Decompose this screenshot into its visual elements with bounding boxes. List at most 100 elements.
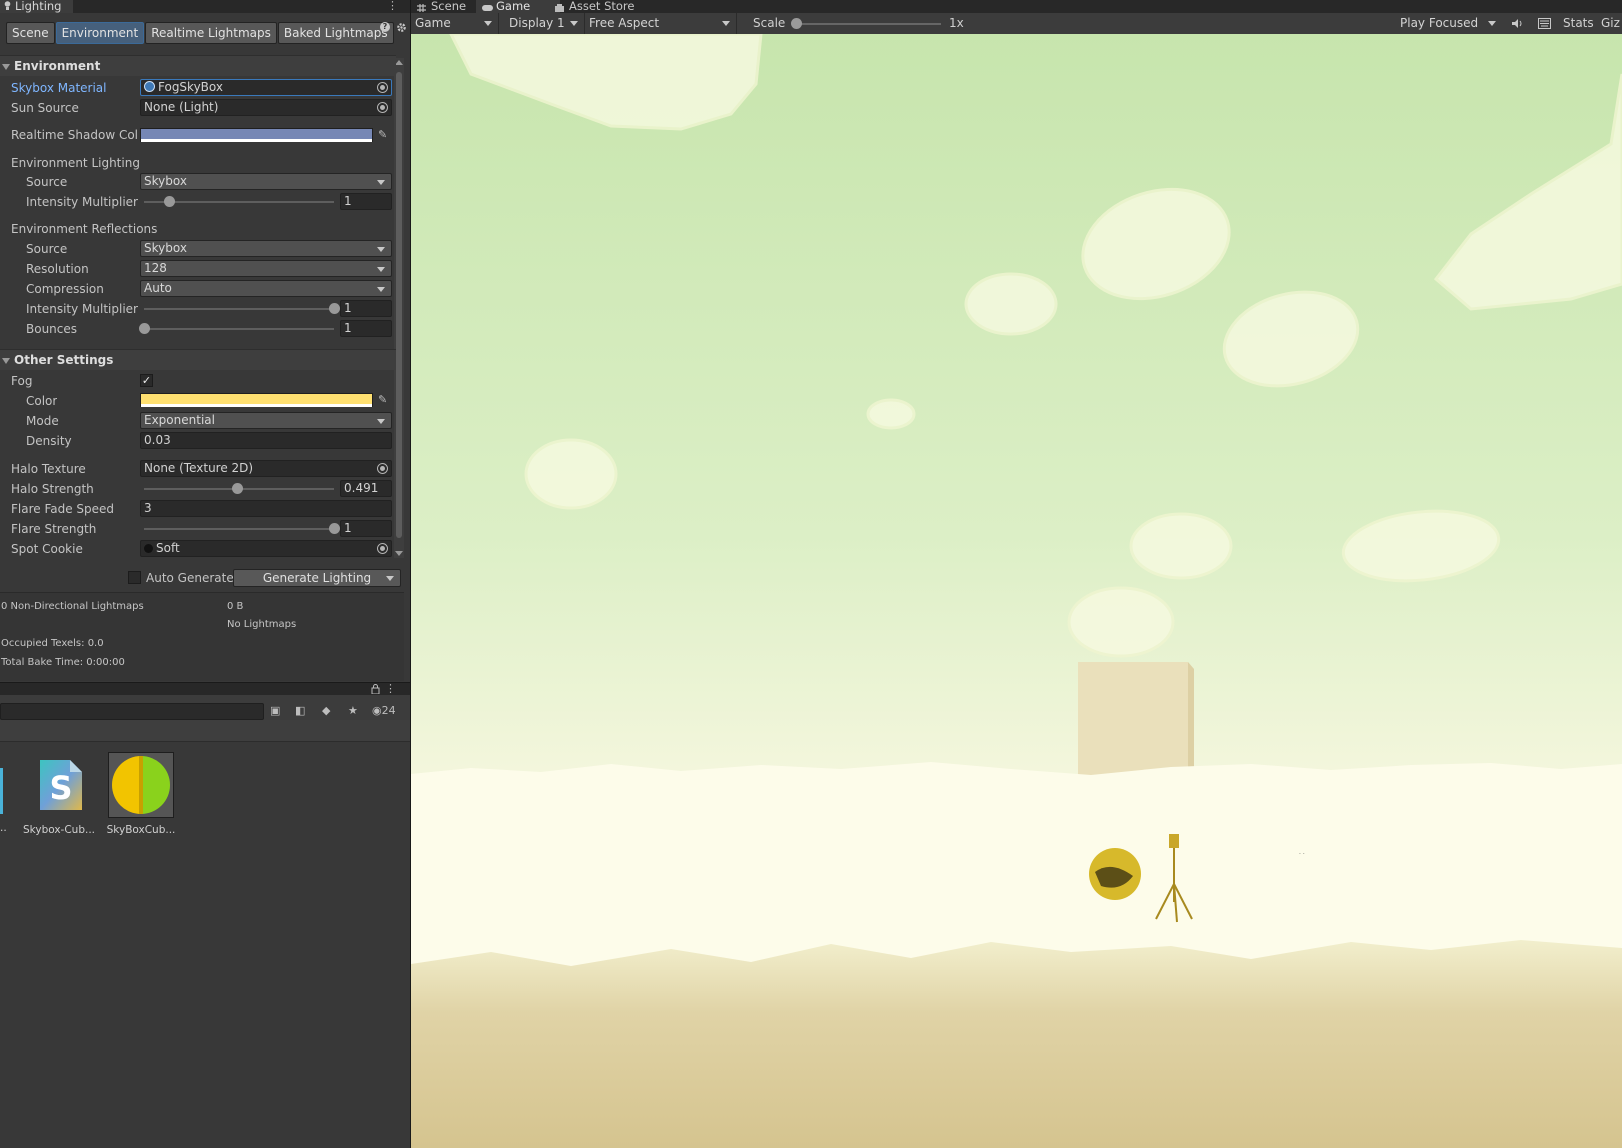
game-mode-dropdown[interactable]: Game bbox=[411, 13, 499, 34]
material-icon bbox=[108, 752, 174, 818]
flare-strength-slider[interactable] bbox=[144, 528, 334, 530]
other-settings-label: Other Settings bbox=[14, 353, 114, 367]
foldout-arrow-icon bbox=[2, 64, 10, 70]
fog-density-input[interactable]: 0.03 bbox=[140, 432, 392, 449]
sun-source-field[interactable]: None (Light) bbox=[140, 99, 392, 116]
env-lighting-label: Environment Lighting bbox=[11, 156, 140, 170]
aspect-value: Free Aspect bbox=[589, 16, 660, 30]
fog-checkbox[interactable]: ✓ bbox=[140, 374, 153, 387]
chevron-down-icon bbox=[722, 21, 730, 26]
slider-thumb[interactable] bbox=[329, 523, 340, 534]
halo-strength-input[interactable]: 0.491 bbox=[340, 480, 392, 497]
tab-realtime-lightmaps[interactable]: Realtime Lightmaps bbox=[145, 22, 277, 44]
environment-section-header[interactable]: Environment bbox=[0, 55, 396, 76]
scale-value: 1x bbox=[949, 16, 964, 30]
tab-baked-lightmaps[interactable]: Baked Lightmaps bbox=[277, 22, 394, 44]
game-mode-value: Game bbox=[415, 16, 451, 30]
chevron-down-icon bbox=[377, 267, 385, 272]
tag-icon[interactable]: ◆ bbox=[322, 704, 330, 717]
display-value: Display 1 bbox=[509, 16, 565, 30]
refl-intensity-input[interactable]: 1 bbox=[340, 300, 392, 317]
visible-count-value: 24 bbox=[381, 704, 396, 717]
flare-fade-row: Flare Fade Speed 3 bbox=[0, 500, 396, 518]
display-dropdown[interactable]: Display 1 bbox=[505, 13, 585, 34]
spot-cookie-row: Spot Cookie Soft bbox=[0, 540, 396, 558]
flare-strength-input[interactable]: 1 bbox=[340, 520, 392, 537]
visible-count[interactable]: ◉24 bbox=[372, 704, 396, 717]
lighting-source-dropdown[interactable]: Skybox bbox=[140, 173, 392, 190]
game-viewport[interactable]: · · bbox=[411, 34, 1622, 1148]
tab-lighting[interactable]: Lighting bbox=[0, 0, 74, 13]
bounces-input[interactable]: 1 bbox=[340, 320, 392, 337]
chevron-down-icon bbox=[377, 419, 385, 424]
more-options-icon[interactable]: ⋮ bbox=[385, 683, 396, 695]
play-mode-dropdown[interactable]: Play Focused bbox=[1396, 13, 1502, 34]
chevron-down-icon[interactable] bbox=[386, 576, 394, 581]
tab-environment[interactable]: Environment bbox=[55, 22, 145, 44]
search-by-type-icon[interactable]: ▣ bbox=[270, 704, 280, 717]
shadow-color-label: Realtime Shadow Color bbox=[11, 128, 137, 142]
tab-asset-store-label: Asset Store bbox=[569, 0, 635, 13]
keyboard-icon[interactable] bbox=[1538, 18, 1551, 29]
fog-color-swatch[interactable] bbox=[140, 393, 373, 407]
eyedropper-icon[interactable]: ✎ bbox=[378, 128, 390, 142]
asset-name: Skybox-Cub... bbox=[22, 824, 96, 836]
lighting-intensity-row: Intensity Multiplier 1 bbox=[0, 193, 396, 211]
skybox-material-field[interactable]: FogSkyBox bbox=[140, 79, 392, 96]
audio-mute-icon[interactable] bbox=[1511, 18, 1523, 29]
scroll-down-arrow-icon[interactable] bbox=[395, 551, 403, 556]
asset-item[interactable]: SkyBoxCub... bbox=[103, 752, 179, 836]
flare-fade-input[interactable]: 3 bbox=[140, 500, 392, 517]
spot-cookie-field[interactable]: Soft bbox=[140, 540, 392, 557]
tab-game-view[interactable]: Game bbox=[476, 0, 560, 13]
lock-icon[interactable] bbox=[371, 684, 380, 694]
stats-button[interactable]: Stats bbox=[1563, 13, 1594, 34]
slider-thumb[interactable] bbox=[163, 196, 175, 207]
resolution-dropdown[interactable]: 128 bbox=[140, 260, 392, 277]
slider-thumb[interactable] bbox=[139, 323, 150, 334]
project-search-input[interactable] bbox=[0, 703, 264, 720]
halo-texture-row: Halo Texture None (Texture 2D) bbox=[0, 460, 396, 478]
generate-row: Auto Generate Generate Lighting bbox=[0, 568, 404, 588]
tab-scene[interactable]: Scene bbox=[6, 22, 55, 44]
slider-thumb[interactable] bbox=[232, 483, 244, 494]
favorite-star-icon[interactable]: ★ bbox=[348, 704, 358, 717]
halo-texture-field[interactable]: None (Texture 2D) bbox=[140, 460, 392, 477]
object-picker-icon[interactable] bbox=[377, 82, 388, 93]
game-tabstrip: Scene Game Asset Store bbox=[411, 0, 1622, 13]
compression-dropdown[interactable]: Auto bbox=[140, 280, 392, 297]
chevron-down-icon bbox=[484, 21, 492, 26]
eyedropper-icon[interactable]: ✎ bbox=[378, 393, 390, 407]
search-by-label-icon[interactable]: ◧ bbox=[295, 704, 305, 717]
slider-thumb[interactable] bbox=[329, 303, 340, 314]
more-options-icon[interactable]: ⋮ bbox=[387, 0, 398, 12]
auto-generate-checkbox[interactable] bbox=[128, 571, 141, 584]
help-icon[interactable]: ? bbox=[380, 22, 390, 32]
asset-item[interactable]: S Skybox-Cub... bbox=[21, 752, 97, 836]
object-picker-icon[interactable] bbox=[377, 102, 388, 113]
scale-slider[interactable] bbox=[796, 23, 941, 25]
shadow-color-swatch[interactable] bbox=[140, 128, 373, 142]
scroll-up-arrow-icon[interactable] bbox=[395, 60, 403, 65]
aspect-dropdown[interactable]: Free Aspect bbox=[585, 13, 737, 34]
object-picker-icon[interactable] bbox=[377, 463, 388, 474]
scale-slider-thumb[interactable] bbox=[791, 18, 802, 29]
env-lighting-row: Environment Lighting bbox=[0, 154, 396, 172]
scroll-thumb[interactable] bbox=[396, 72, 402, 538]
fog-mode-dropdown[interactable]: Exponential bbox=[140, 412, 392, 429]
bounces-slider[interactable] bbox=[144, 328, 334, 330]
refl-intensity-slider[interactable] bbox=[144, 308, 334, 310]
refl-source-dropdown[interactable]: Skybox bbox=[140, 240, 392, 257]
generate-lighting-button[interactable]: Generate Lighting bbox=[233, 569, 401, 587]
lighting-intensity-label: Intensity Multiplier bbox=[26, 195, 138, 209]
tab-asset-store[interactable]: Asset Store bbox=[549, 0, 669, 13]
object-picker-icon[interactable] bbox=[377, 543, 388, 554]
other-settings-header[interactable]: Other Settings bbox=[0, 349, 396, 370]
settings-gear-icon[interactable] bbox=[396, 22, 407, 33]
flare-strength-label: Flare Strength bbox=[11, 522, 97, 536]
tab-scene-label: Scene bbox=[431, 0, 467, 13]
gizmos-button[interactable]: Giz bbox=[1601, 13, 1620, 34]
lighting-intensity-input[interactable]: 1 bbox=[340, 193, 392, 210]
partial-asset-thumb[interactable] bbox=[0, 768, 3, 814]
game-scene-render: · · bbox=[411, 34, 1622, 1148]
